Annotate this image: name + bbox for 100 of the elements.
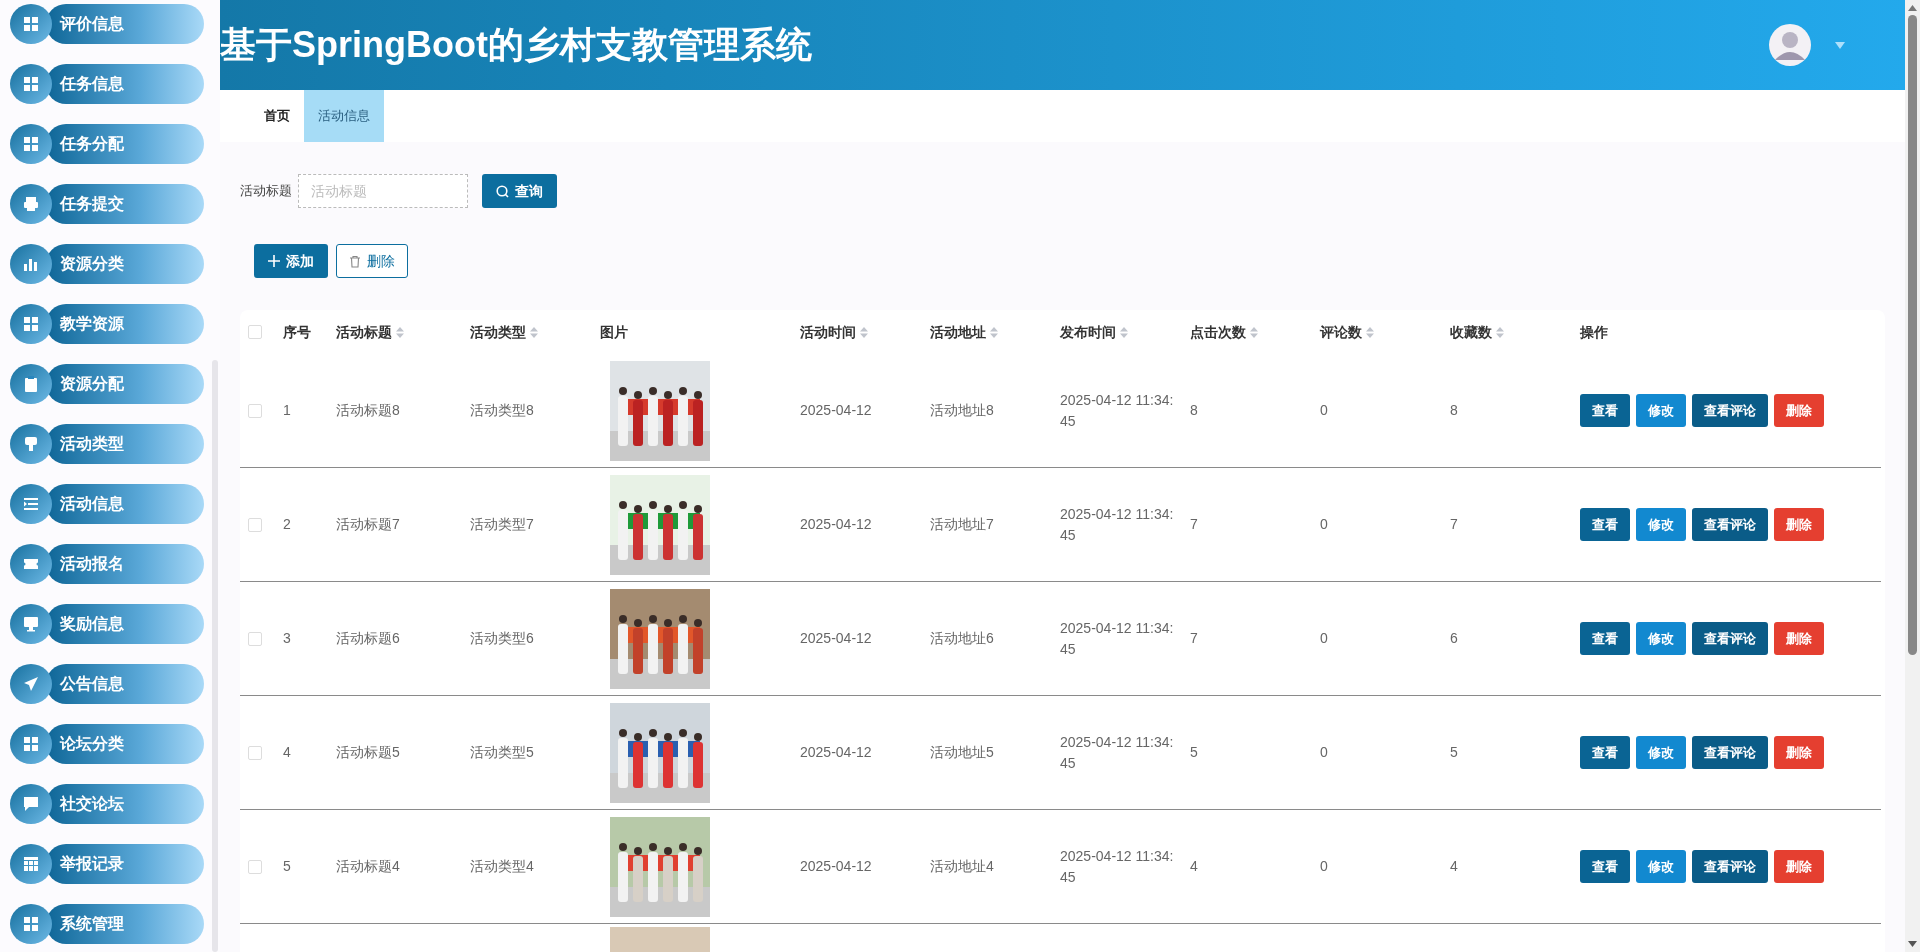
sort-icon[interactable] (1250, 326, 1258, 338)
table-cell: 0 (1320, 630, 1328, 646)
comments-button[interactable]: 查看评论 (1692, 736, 1768, 769)
comments-button[interactable]: 查看评论 (1692, 850, 1768, 883)
sort-icon[interactable] (1120, 326, 1128, 338)
list-icon (23, 496, 39, 512)
table-cell: 7 (1190, 630, 1198, 646)
sort-icon[interactable] (1366, 326, 1374, 338)
edit-button[interactable]: 修改 (1636, 394, 1686, 427)
table-cell-text: 2025-04-12 11:34:45 (1060, 505, 1175, 545)
avatar[interactable] (1769, 24, 1811, 66)
edit-button[interactable]: 修改 (1636, 736, 1686, 769)
search-label: 活动标题 (240, 182, 292, 201)
table-cell: 活动地址4 (930, 858, 994, 874)
table-cell: 活动类型7 (470, 516, 534, 532)
sort-icon[interactable] (530, 326, 538, 338)
plus-icon (268, 255, 280, 267)
table-cell: 活动类型4 (470, 858, 534, 874)
brush-icon (23, 436, 39, 452)
table-cell: 活动标题4 (336, 858, 400, 874)
column-header: 收藏数 (1450, 322, 1492, 342)
checkbox[interactable] (248, 517, 262, 532)
grid-icon (23, 136, 39, 152)
table-cell-text: 2025-04-12 11:34:45 (1060, 847, 1175, 887)
delete-button[interactable]: 删除 (1774, 736, 1824, 769)
tab[interactable]: 首页 (250, 90, 304, 142)
table-cell: 2025-04-12 (800, 858, 872, 874)
comments-button[interactable]: 查看评论 (1692, 622, 1768, 655)
table-cell: 5 (1450, 744, 1458, 760)
grid-icon (23, 736, 39, 752)
column-header: 序号 (283, 322, 311, 342)
table-cell: 0 (1320, 402, 1328, 418)
edit-button[interactable]: 修改 (1636, 508, 1686, 541)
table-cell: 4 (1190, 858, 1198, 874)
table-cell: 4 (283, 744, 291, 760)
checkbox[interactable] (248, 631, 262, 646)
grid-icon (23, 16, 39, 32)
table-cell: 活动类型6 (470, 630, 534, 646)
delete-button[interactable]: 删除 (336, 244, 408, 278)
table-cell: 2025-04-12 (800, 402, 872, 418)
comments-button[interactable]: 查看评论 (1692, 394, 1768, 427)
table-cell: 活动地址8 (930, 402, 994, 418)
table-cell: 0 (1320, 516, 1328, 532)
sort-icon[interactable] (396, 326, 404, 338)
chat-icon (23, 796, 39, 812)
sort-icon[interactable] (1496, 326, 1504, 338)
scroll-down-icon[interactable] (1908, 941, 1917, 947)
table-cell-text: 2025-04-12 11:34:45 (1060, 733, 1175, 773)
column-header: 操作 (1580, 322, 1608, 342)
column-header: 活动类型 (470, 322, 526, 342)
search-field[interactable]: 活动标题 (298, 174, 468, 208)
checkbox[interactable] (248, 859, 262, 874)
search-button[interactable]: 查询 (482, 174, 557, 208)
table-cell: 5 (283, 858, 291, 874)
table-cell: 4 (1450, 858, 1458, 874)
table-cell: 8 (1190, 402, 1198, 418)
view-button[interactable]: 查看 (1580, 736, 1630, 769)
column-header: 点击次数 (1190, 322, 1246, 342)
grid-icon (23, 316, 39, 332)
delete-button[interactable]: 删除 (1774, 394, 1824, 427)
monitor-icon (23, 616, 39, 632)
sort-icon[interactable] (860, 326, 868, 338)
view-button[interactable]: 查看 (1580, 622, 1630, 655)
table-cell: 7 (1450, 516, 1458, 532)
edit-button[interactable]: 修改 (1636, 622, 1686, 655)
checkbox[interactable] (248, 403, 262, 418)
table-cell: 7 (1190, 516, 1198, 532)
delete-button[interactable]: 删除 (1774, 850, 1824, 883)
sort-icon[interactable] (990, 326, 998, 338)
comments-button[interactable]: 查看评论 (1692, 508, 1768, 541)
page-scrollbar[interactable] (1905, 0, 1920, 952)
table-cell: 活动标题7 (336, 516, 400, 532)
column-header: 评论数 (1320, 322, 1362, 342)
search-icon (496, 184, 509, 198)
table-cell: 活动类型8 (470, 402, 534, 418)
ticket-icon (23, 556, 39, 572)
printer-icon (23, 196, 39, 212)
delete-button[interactable]: 删除 (1774, 622, 1824, 655)
checkbox[interactable] (248, 745, 262, 760)
edit-button[interactable]: 修改 (1636, 850, 1686, 883)
column-header: 活动时间 (800, 322, 856, 342)
checkbox[interactable] (248, 325, 262, 339)
column-header: 活动地址 (930, 322, 986, 342)
table-cell: 活动地址6 (930, 630, 994, 646)
grid-icon (23, 916, 39, 932)
table-cell: 0 (1320, 744, 1328, 760)
table-cell: 活动地址7 (930, 516, 994, 532)
view-button[interactable]: 查看 (1580, 508, 1630, 541)
view-button[interactable]: 查看 (1580, 394, 1630, 427)
table-cell: 1 (283, 402, 291, 418)
delete-button[interactable]: 删除 (1774, 508, 1824, 541)
trash-icon (349, 254, 361, 268)
scroll-up-icon[interactable] (1908, 5, 1917, 11)
view-button[interactable]: 查看 (1580, 850, 1630, 883)
add-button[interactable]: 添加 (254, 244, 328, 278)
table-cell: 活动标题8 (336, 402, 400, 418)
app-title: 基于SpringBoot的乡村支教管理系统 (220, 23, 812, 67)
caret-icon[interactable] (1835, 41, 1845, 49)
tab[interactable]: 活动信息 (304, 90, 384, 142)
table-cell-text: 2025-04-12 11:34:45 (1060, 619, 1175, 659)
